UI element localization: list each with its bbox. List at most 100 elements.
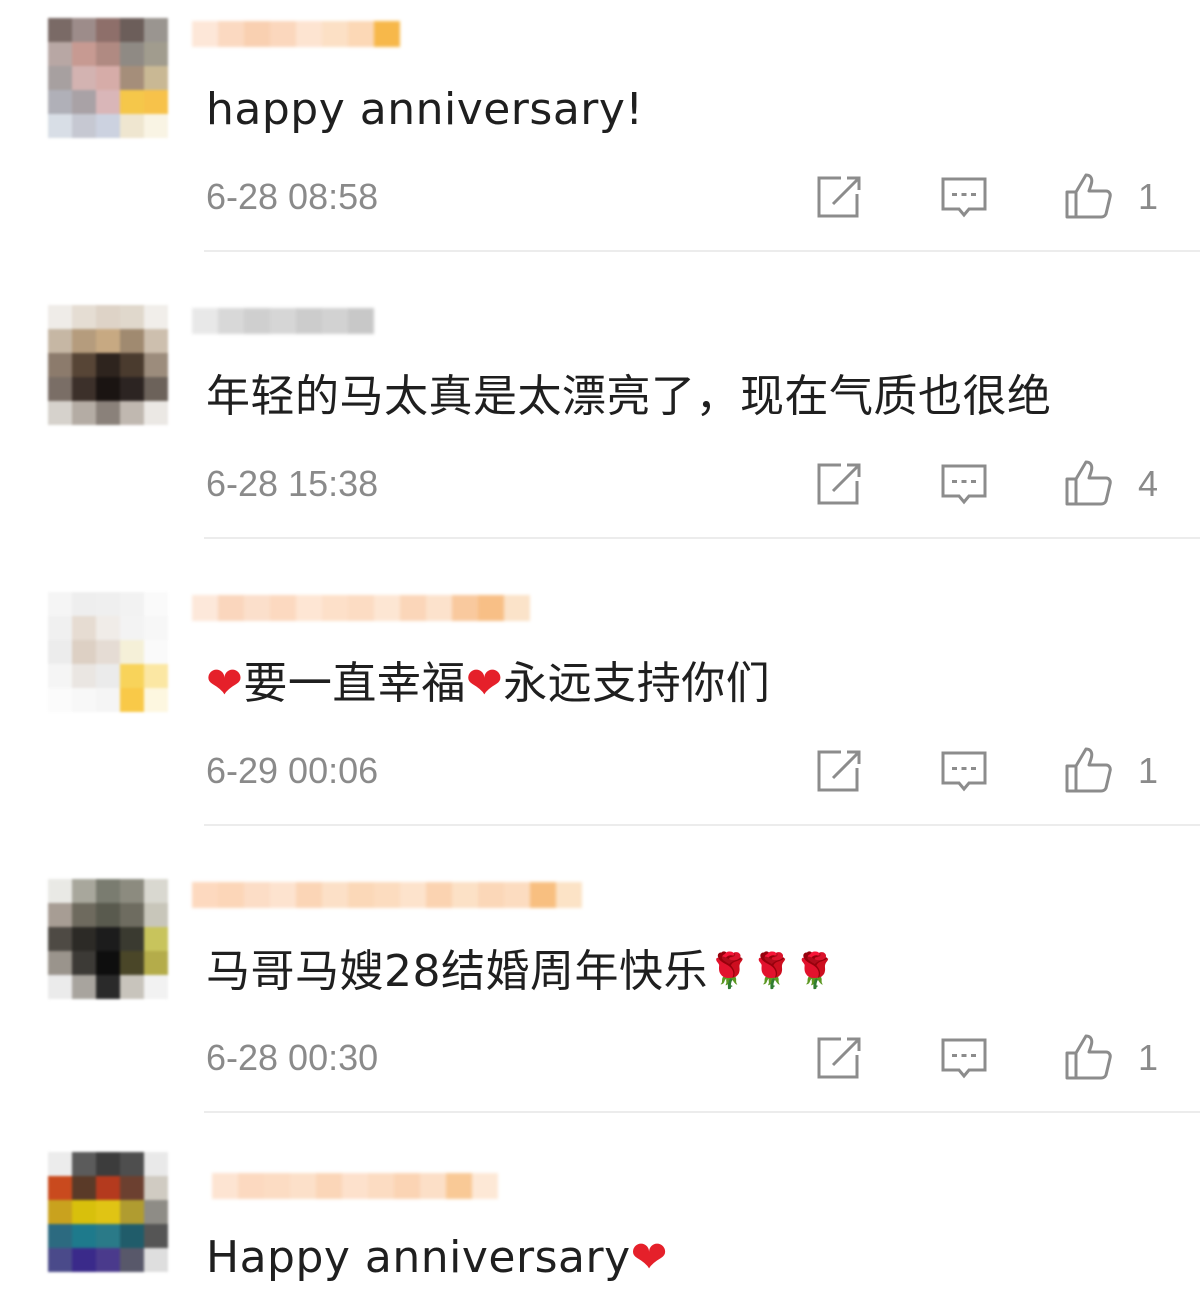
avatar-pixel [48, 329, 72, 353]
comment-text-part: 马哥马嫂28结婚周年快乐 [206, 946, 708, 997]
comment-time: 6-28 15:38 [206, 463, 379, 504]
repost-icon[interactable] [813, 457, 865, 509]
avatar-pixel [72, 592, 96, 616]
divider [204, 250, 1200, 252]
avatar-pixel [48, 616, 72, 640]
username-blurred[interactable] [212, 1170, 498, 1202]
username-pixel [472, 1173, 498, 1199]
username-pixel [348, 882, 374, 908]
username-pixel [478, 595, 504, 621]
avatar-pixel [96, 401, 120, 425]
username-blurred[interactable] [192, 592, 530, 624]
thumbs-up-icon[interactable] [1062, 744, 1114, 796]
comment-item: 马哥马嫂28结婚周年快乐🌹🌹🌹 6-28 00:30 1 [0, 861, 1200, 1148]
username-pixel [296, 21, 322, 47]
username-blurred[interactable] [192, 18, 400, 50]
username-pixel [368, 1173, 394, 1199]
avatar-pixel [96, 66, 120, 90]
rose-emoji: 🌹 [793, 951, 837, 991]
username-pixel [530, 882, 556, 908]
username-pixel [322, 21, 348, 47]
avatar-pixel [120, 305, 144, 329]
avatar-pixel [48, 951, 72, 975]
avatar-pixel [72, 951, 96, 975]
avatar-pixel [120, 329, 144, 353]
repost-icon[interactable] [813, 1031, 865, 1083]
username-pixel [504, 595, 530, 621]
avatar-pixel [48, 1224, 72, 1248]
repost-icon[interactable] [813, 744, 865, 796]
avatar-pixel [48, 975, 72, 999]
username-blurred[interactable] [192, 879, 582, 911]
comment-icon[interactable] [938, 1031, 990, 1083]
comment-time: 6-28 08:58 [206, 176, 379, 217]
avatar[interactable] [48, 18, 168, 138]
username-pixel [192, 308, 218, 334]
avatar[interactable] [48, 305, 168, 425]
divider [204, 1111, 1200, 1113]
thumbs-up-icon[interactable] [1062, 170, 1114, 222]
avatar-pixel [96, 1224, 120, 1248]
avatar-pixel [48, 90, 72, 114]
avatar-pixel [144, 640, 168, 664]
username-pixel [244, 308, 270, 334]
username-pixel [556, 882, 582, 908]
avatar-pixel [144, 114, 168, 138]
like-count: 1 [1138, 1037, 1159, 1078]
avatar-pixel [96, 664, 120, 688]
username-pixel [374, 595, 400, 621]
avatar-pixel [96, 114, 120, 138]
avatar-pixel [48, 1152, 72, 1176]
avatar-pixel [144, 664, 168, 688]
comment-text-part: Happy anniversary [206, 1232, 631, 1283]
avatar-pixel [72, 353, 96, 377]
avatar-pixel [72, 305, 96, 329]
avatar-pixel [144, 1152, 168, 1176]
avatar-pixel [72, 329, 96, 353]
comment-icon[interactable] [938, 457, 990, 509]
avatar-pixel [144, 42, 168, 66]
avatar-pixel [72, 18, 96, 42]
avatar-pixel [96, 1200, 120, 1224]
avatar[interactable] [48, 879, 168, 999]
avatar-pixel [48, 640, 72, 664]
avatar-pixel [144, 879, 168, 903]
username-pixel [218, 21, 244, 47]
avatar-pixel [96, 90, 120, 114]
avatar-pixel [144, 616, 168, 640]
username-pixel [394, 1173, 420, 1199]
username-pixel [316, 1173, 342, 1199]
avatar-pixel [144, 903, 168, 927]
thumbs-up-icon[interactable] [1062, 457, 1114, 509]
username-pixel [244, 882, 270, 908]
avatar[interactable] [48, 592, 168, 712]
username-pixel [212, 1173, 238, 1199]
repost-icon[interactable] [813, 170, 865, 222]
comment-icon[interactable] [938, 744, 990, 796]
avatar[interactable] [48, 1152, 168, 1272]
comment-text-part: 永远支持你们 [503, 658, 771, 709]
username-pixel [296, 595, 322, 621]
avatar-pixel [120, 640, 144, 664]
username-pixel [322, 882, 348, 908]
avatar-pixel [144, 329, 168, 353]
avatar-pixel [144, 975, 168, 999]
thumbs-up-icon[interactable] [1062, 1031, 1114, 1083]
avatar-pixel [144, 951, 168, 975]
avatar-pixel [96, 353, 120, 377]
avatar-pixel [120, 688, 144, 712]
avatar-pixel [72, 903, 96, 927]
username-blurred[interactable] [192, 305, 374, 337]
like-count: 1 [1138, 750, 1159, 791]
avatar-pixel [72, 1152, 96, 1176]
avatar-pixel [96, 616, 120, 640]
avatar-pixel [144, 1176, 168, 1200]
rose-emoji: 🌹 [708, 951, 751, 991]
avatar-pixel [144, 927, 168, 951]
divider [204, 537, 1200, 539]
avatar-pixel [96, 927, 120, 951]
avatar-pixel [120, 1152, 144, 1176]
avatar-pixel [96, 42, 120, 66]
avatar-pixel [144, 377, 168, 401]
comment-icon[interactable] [938, 170, 990, 222]
